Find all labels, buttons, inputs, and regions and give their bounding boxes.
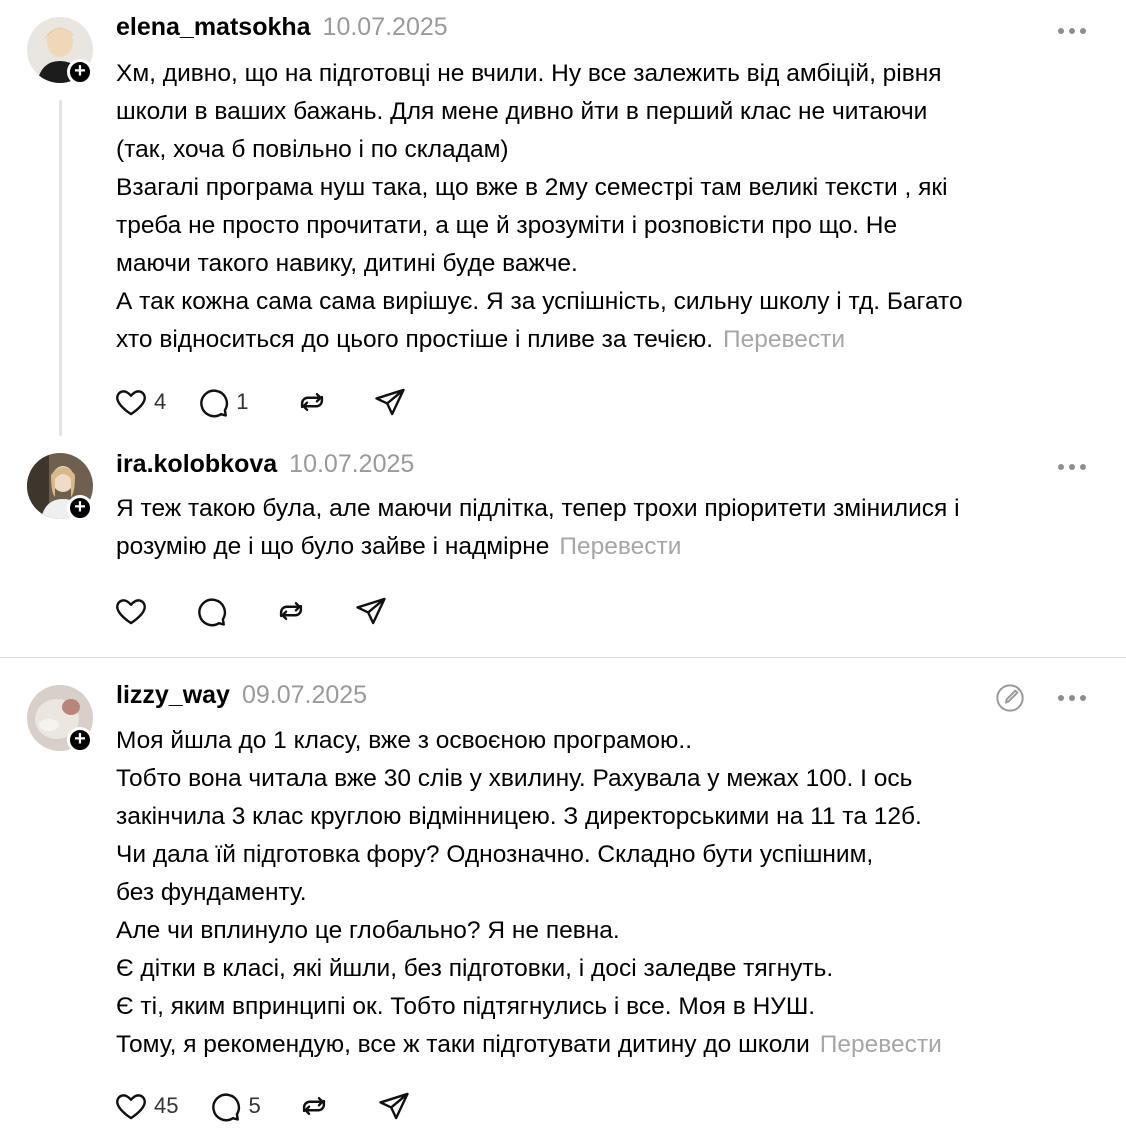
repost-button[interactable] [295,385,329,419]
comment-icon [198,598,226,627]
repost-button[interactable] [297,1089,331,1123]
heart-icon [116,1094,146,1120]
username[interactable]: lizzy_way [116,681,230,710]
reply-count: 1 [236,389,249,414]
post-date: 09.07.2025 [241,681,368,709]
repost-button[interactable] [274,594,308,628]
share-button[interactable] [373,385,407,419]
like-count: 45 [154,1093,179,1118]
post-date: 10.07.2025 [289,450,415,478]
repost-icon [302,1097,325,1115]
like-button[interactable]: 45 [114,1089,178,1123]
more-icon[interactable] [1058,693,1090,703]
share-button[interactable] [354,594,388,628]
username[interactable]: ira.kolobkova [116,450,277,479]
translate-link[interactable]: Перевести [559,533,681,560]
follow-plus-icon[interactable]: + [67,727,93,753]
like-button[interactable] [114,594,148,628]
like-button[interactable]: 4 [114,385,166,419]
more-icon[interactable] [1058,26,1090,36]
send-icon [379,1092,409,1120]
translate-link[interactable]: Перевести [723,326,845,353]
like-count: 4 [154,389,167,414]
avatar[interactable]: + [27,685,93,753]
avatar[interactable]: + [27,17,93,85]
comment-icon [212,1093,241,1122]
post-text-content: Хм, дивно, що на підготовці не вчили. Ну… [116,60,963,353]
thread-line [59,100,62,436]
reply-button[interactable]: 1 [196,385,249,419]
post-date: 10.07.2025 [322,13,448,41]
username[interactable]: elena_matsokha [116,13,311,42]
follow-plus-icon[interactable]: + [67,495,93,521]
more-icon[interactable] [1058,462,1090,472]
reply-button[interactable] [194,594,228,628]
repost-icon [300,393,323,411]
post-text-content: Я теж такою була, але маючи підлітка, те… [116,495,960,560]
send-icon [356,597,386,625]
follow-plus-icon[interactable]: + [67,59,93,85]
heart-icon [116,599,146,625]
comment-icon [200,389,229,418]
repost-icon [279,602,303,620]
post-actions: 45 5 [114,1089,411,1123]
post-text: Хм, дивно, що на підготовці не вчили. Ну… [116,55,1106,359]
edit-icon[interactable] [994,682,1026,714]
post-actions: 4 1 [114,385,407,419]
translate-link[interactable]: Перевести [820,1031,942,1058]
post-actions [114,594,388,628]
heart-icon [116,390,146,416]
post-text: Я теж такою була, але маючи підлітка, те… [116,490,1106,566]
avatar[interactable]: + [27,453,93,521]
share-button[interactable] [377,1089,411,1123]
post-text-content: Моя йшла до 1 класу, вже з освоєною прог… [116,727,922,1058]
reply-button[interactable]: 5 [208,1089,261,1123]
send-icon [374,388,405,416]
reply-count: 5 [248,1093,261,1118]
post-text: Моя йшла до 1 класу, вже з освоєною прог… [116,722,1106,1064]
post-divider [0,657,1126,658]
